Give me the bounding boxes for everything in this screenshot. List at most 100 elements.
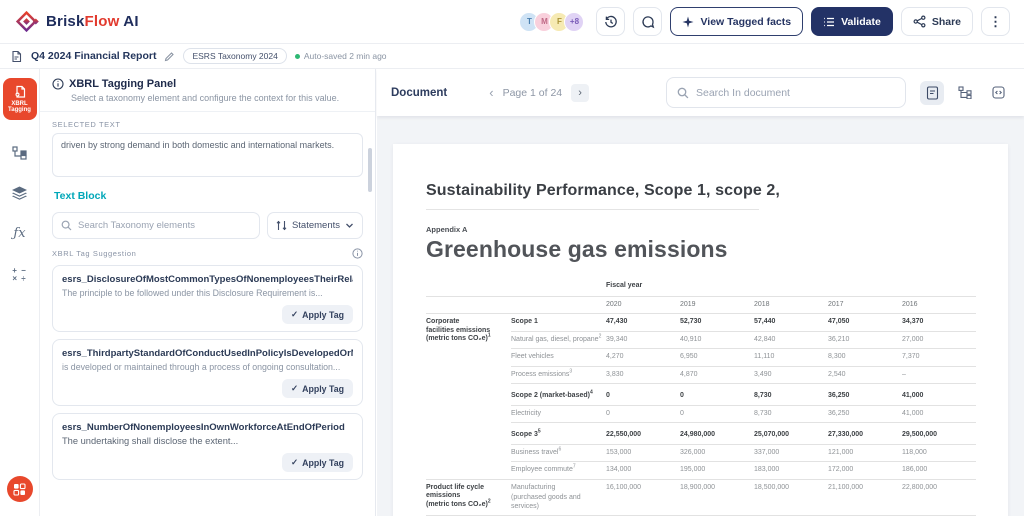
avatar-overflow-count[interactable]: +8 <box>564 12 584 32</box>
file-icon <box>10 50 23 63</box>
code-view-button[interactable] <box>986 81 1010 105</box>
panel-scrollbar[interactable] <box>368 148 372 192</box>
apply-tag-label: Apply Tag <box>302 384 344 394</box>
structure-view-button[interactable] <box>953 81 977 105</box>
previous-page-button[interactable]: ‹ <box>489 86 493 99</box>
collaborator-avatars[interactable]: T M F +8 <box>519 12 584 32</box>
statements-dropdown[interactable]: Statements <box>267 212 363 239</box>
table-cell: 21,100,000 <box>828 479 902 516</box>
table-cell: Scope 2 (market-based)4 <box>511 384 606 406</box>
table-cell: 134,000 <box>606 462 680 480</box>
table-row: Fiscal year <box>426 278 976 296</box>
table-cell: Corporatefacilities emissions(metric ton… <box>426 314 511 480</box>
next-page-button[interactable]: › <box>571 84 589 102</box>
table-cell: 25,070,000 <box>754 423 828 445</box>
history-button[interactable] <box>596 7 625 36</box>
app-window: { "accent_colors": {"primary_orange": "#… <box>0 0 1024 516</box>
sidebar-item-layers[interactable] <box>11 186 28 200</box>
table-cell: 40,910 <box>680 331 754 349</box>
info-icon[interactable] <box>352 248 363 259</box>
table-cell: 6,950 <box>680 349 754 367</box>
document-search-input[interactable] <box>696 87 895 99</box>
taxonomy-badge: ESRS Taxonomy 2024 <box>183 48 286 64</box>
page-view-button[interactable] <box>920 81 944 105</box>
table-row: Corporatefacilities emissions(metric ton… <box>426 314 976 332</box>
taxonomy-search-input[interactable] <box>78 220 251 231</box>
header-actions: T M F +8 View Tagged facts <box>519 7 1010 36</box>
table-cell: Product life cycleemissions(metric tons … <box>426 479 511 516</box>
panel-header: XBRL Tagging Panel Select a taxonomy ele… <box>40 69 375 112</box>
selected-text-area[interactable]: driven by strong demand in both domestic… <box>52 133 363 177</box>
sidebar-item-taxonomy-tree[interactable] <box>12 146 28 160</box>
chat-bubble-icon <box>641 15 655 29</box>
document-canvas[interactable]: Sustainability Performance, Scope 1, sco… <box>377 116 1024 516</box>
table-cell: 7,370 <box>902 349 976 367</box>
check-icon <box>291 457 298 468</box>
document-page: Sustainability Performance, Scope 1, sco… <box>393 144 1008 516</box>
document-view-icon <box>926 86 939 100</box>
table-cell: Process emissions3 <box>511 366 606 384</box>
taxonomy-search <box>52 212 260 239</box>
appendix-label: Appendix A <box>426 225 978 234</box>
table-cell: 22,800,000 <box>902 479 976 516</box>
sparkle-icon <box>682 16 694 28</box>
table-cell: – <box>902 366 976 384</box>
view-mode-icons <box>920 81 1010 105</box>
table-cell: 121,000 <box>828 444 902 462</box>
table-cell: 2016 <box>902 296 976 314</box>
apply-tag-label: Apply Tag <box>302 458 344 468</box>
panel-subtitle: Select a taxonomy element and configure … <box>71 93 363 103</box>
edit-pencil-icon[interactable] <box>164 51 175 62</box>
validate-button[interactable]: Validate <box>811 7 893 36</box>
kebab-icon: ⋮ <box>989 14 1002 30</box>
autosave-text: Auto-saved 2 min ago <box>304 51 387 61</box>
table-cell: 118,000 <box>902 444 976 462</box>
document-viewer: Document ‹ Page 1 of 24 › <box>377 69 1024 516</box>
more-options-button[interactable]: ⋮ <box>981 7 1010 36</box>
search-icon <box>61 220 72 231</box>
table-cell: Electricity <box>511 405 606 423</box>
table-cell <box>426 278 606 296</box>
tag-suggestion-card: esrs_ThirdpartyStandardOfConductUsedInPo… <box>52 339 363 406</box>
table-cell: 27,330,000 <box>828 423 902 445</box>
view-tagged-facts-button[interactable]: View Tagged facts <box>670 7 803 36</box>
suggestion-tag-name: esrs_NumberOfNonemployeesInOwnWorkforceA… <box>62 422 353 433</box>
math-operators-icon: + −× ÷ <box>12 267 27 283</box>
share-icon <box>913 15 926 28</box>
table-cell: 8,730 <box>754 405 828 423</box>
suggestion-description: is developed or maintained through a pro… <box>62 362 353 372</box>
document-title: Q4 2024 Financial Report <box>31 50 156 62</box>
table-cell: 39,340 <box>606 331 680 349</box>
floating-action-button[interactable] <box>7 476 33 502</box>
search-icon <box>677 87 689 99</box>
table-cell: 337,000 <box>754 444 828 462</box>
emissions-table: Fiscal year20202019201820172016Corporate… <box>426 278 976 516</box>
table-cell: Business travel6 <box>511 444 606 462</box>
table-cell: Scope 1 <box>511 314 606 332</box>
apply-tag-button[interactable]: Apply Tag <box>282 453 353 472</box>
table-cell: 4,870 <box>680 366 754 384</box>
table-cell: 36,250 <box>828 405 902 423</box>
sidebar-item-calculations[interactable]: + −× ÷ <box>12 267 27 283</box>
text-block-link[interactable]: Text Block <box>54 190 106 202</box>
tree-structure-icon <box>12 146 28 160</box>
heading-divider <box>426 209 759 210</box>
table-cell: 3,830 <box>606 366 680 384</box>
apply-tag-button[interactable]: Apply Tag <box>282 379 353 398</box>
sidebar-item-xbrl-tagging[interactable]: XBRL Tagging <box>3 78 37 120</box>
table-cell: Natural gas, diesel, propane2 <box>511 331 606 349</box>
validate-label: Validate <box>841 16 881 28</box>
briskflow-logo-icon <box>14 9 39 34</box>
sidebar-item-formulas[interactable]: ƒx <box>13 226 25 241</box>
apply-tag-label: Apply Tag <box>302 310 344 320</box>
share-button[interactable]: Share <box>901 7 973 36</box>
info-icon <box>52 78 64 90</box>
flow-tree-icon <box>958 86 972 99</box>
layers-icon <box>11 186 28 200</box>
autosave-status: Auto-saved 2 min ago <box>295 51 387 61</box>
page-heading: Sustainability Performance, Scope 1, sco… <box>426 182 978 200</box>
apply-tag-button[interactable]: Apply Tag <box>282 305 353 324</box>
comments-button[interactable] <box>633 7 662 36</box>
xbrl-tagging-panel: XBRL Tagging Panel Select a taxonomy ele… <box>40 69 376 516</box>
table-cell: 4,270 <box>606 349 680 367</box>
